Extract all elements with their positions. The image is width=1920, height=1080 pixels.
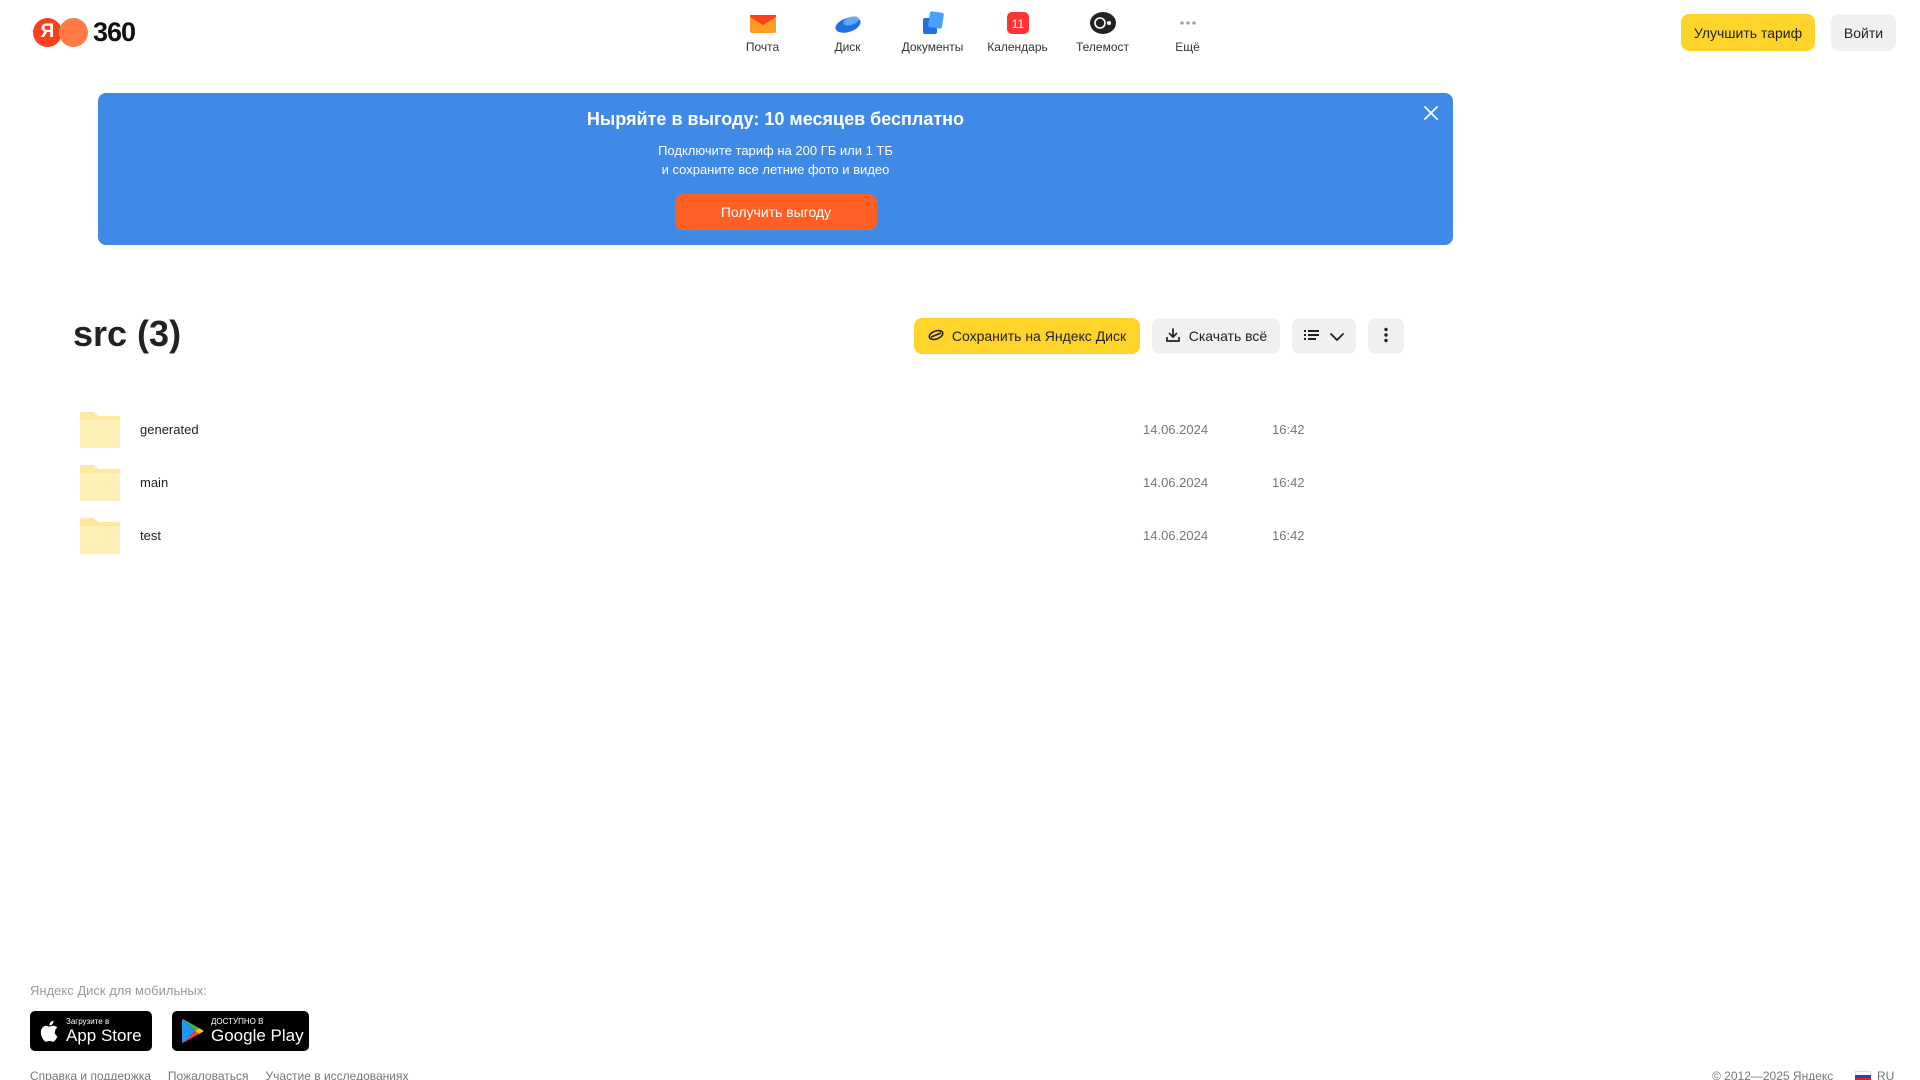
folder-icon <box>78 463 122 503</box>
help-support-link[interactable]: Справка и поддержка <box>30 1069 151 1080</box>
file-row-generated[interactable]: generated 14.06.2024 16:42 <box>73 403 1403 456</box>
research-link[interactable]: Участие в исследованиях <box>266 1069 409 1080</box>
app-store-big: App Store <box>66 1026 142 1045</box>
chevron-down-icon <box>1330 328 1344 344</box>
promo-title: Ныряйте в выгоду: 10 месяцев бесплатно <box>586 109 965 129</box>
save-to-disk-button[interactable]: Сохранить на Яндекс Диск <box>914 318 1140 354</box>
promo-banner: Ныряйте в выгоду: 10 месяцев бесплатно П… <box>98 93 1453 245</box>
apple-icon <box>40 1019 60 1043</box>
copyright: © 2012—2025 Яндекс <box>1712 1069 1834 1080</box>
google-play-small: ДОСТУПНО В <box>211 1017 264 1026</box>
folder-title: src (3) <box>73 313 182 354</box>
file-date: 14.06.2024 <box>1143 422 1209 437</box>
folder-icon <box>78 516 122 556</box>
upgrade-plan-button[interactable]: Улучшить тариф <box>1681 14 1815 51</box>
logo-ya-mark: Я <box>33 17 62 47</box>
app-store-text: Загрузите в App Store <box>66 1017 142 1045</box>
disk-save-icon <box>928 328 944 344</box>
service-disk[interactable]: Диск <box>805 10 890 54</box>
file-name: generated <box>140 422 199 437</box>
calendar-icon: 11 <box>1004 10 1032 36</box>
service-documents[interactable]: Документы <box>890 10 975 54</box>
file-name: test <box>140 528 161 543</box>
google-play-big: Google Play <box>211 1026 304 1045</box>
service-calendar[interactable]: 11 Календарь <box>975 10 1060 54</box>
vertical-dots-icon <box>1384 327 1388 346</box>
download-all-button[interactable]: Скачать всё <box>1152 318 1280 354</box>
promo-subtitle: Подключите тариф на 200 ГБ или 1 ТБ и со… <box>98 141 1453 179</box>
report-link[interactable]: Пожаловаться <box>168 1069 249 1080</box>
disk-icon <box>834 10 862 36</box>
logo-360-mark <box>59 17 88 47</box>
header: Я 360 Почта Диск Документы 11 Календарь … <box>0 0 1920 64</box>
folder-icon <box>78 410 122 450</box>
file-list: generated 14.06.2024 16:42 main 14.06.20… <box>73 403 1403 562</box>
language-switcher[interactable]: RU <box>1855 1069 1894 1080</box>
footer-links: Справка и поддержка Пожаловаться Участие… <box>30 1069 409 1080</box>
file-time: 16:42 <box>1272 422 1305 437</box>
view-mode-dropdown[interactable] <box>1292 318 1356 354</box>
more-dots-icon <box>1174 10 1202 36</box>
documents-icon <box>919 10 947 36</box>
file-row-test[interactable]: test 14.06.2024 16:42 <box>73 509 1403 562</box>
file-date: 14.06.2024 <box>1143 475 1209 490</box>
login-button[interactable]: Войти <box>1831 14 1896 51</box>
service-telemost-label: Телемост <box>1075 40 1130 54</box>
promo-subtitle-line-2: и сохраните все летние фото и видео <box>661 162 890 177</box>
file-row-main[interactable]: main 14.06.2024 16:42 <box>73 456 1403 509</box>
list-view-icon <box>1304 328 1320 344</box>
service-calendar-label: Календарь <box>987 40 1048 54</box>
google-play-icon <box>181 1018 205 1044</box>
telemost-icon <box>1089 10 1117 36</box>
service-disk-label: Диск <box>834 40 861 54</box>
file-date: 14.06.2024 <box>1143 528 1209 543</box>
service-more-label: Ещё <box>1175 40 1200 54</box>
google-play-badge[interactable]: ДОСТУПНО В Google Play <box>172 1011 309 1051</box>
logo-360-text: 360 <box>93 16 136 47</box>
mobile-apps-label: Яндекс Диск для мобильных: <box>30 983 207 998</box>
google-play-text: ДОСТУПНО В Google Play <box>211 1017 304 1045</box>
more-actions-button[interactable] <box>1368 318 1404 354</box>
app-store-small: Загрузите в <box>66 1017 110 1026</box>
file-time: 16:42 <box>1272 475 1305 490</box>
russia-flag-icon <box>1855 1071 1871 1080</box>
folder-toolbar: Сохранить на Яндекс Диск Скачать всё <box>914 318 1404 354</box>
service-mail-label: Почта <box>745 40 780 54</box>
calendar-day: 11 <box>1011 17 1024 31</box>
close-icon[interactable] <box>1419 101 1443 125</box>
file-name: main <box>140 475 169 490</box>
promo-cta-button[interactable]: Получить выгоду <box>675 194 877 230</box>
service-mail[interactable]: Почта <box>720 10 805 54</box>
save-to-disk-label: Сохранить на Яндекс Диск <box>951 328 1127 344</box>
promo-subtitle-line-1: Подключите тариф на 200 ГБ или 1 ТБ <box>658 143 893 158</box>
download-icon <box>1165 327 1181 346</box>
mail-icon <box>749 10 777 36</box>
file-time: 16:42 <box>1272 528 1305 543</box>
app-store-badge[interactable]: Загрузите в App Store <box>30 1011 152 1051</box>
service-more[interactable]: Ещё <box>1145 10 1230 54</box>
download-all-label: Скачать всё <box>1188 328 1268 344</box>
language-label: RU <box>1877 1069 1895 1080</box>
service-documents-label: Документы <box>901 40 964 54</box>
yandex-360-logo[interactable]: Я 360 <box>33 16 136 47</box>
services-nav: Почта Диск Документы 11 Календарь Телемо… <box>720 10 1230 54</box>
service-telemost[interactable]: Телемост <box>1060 10 1145 54</box>
